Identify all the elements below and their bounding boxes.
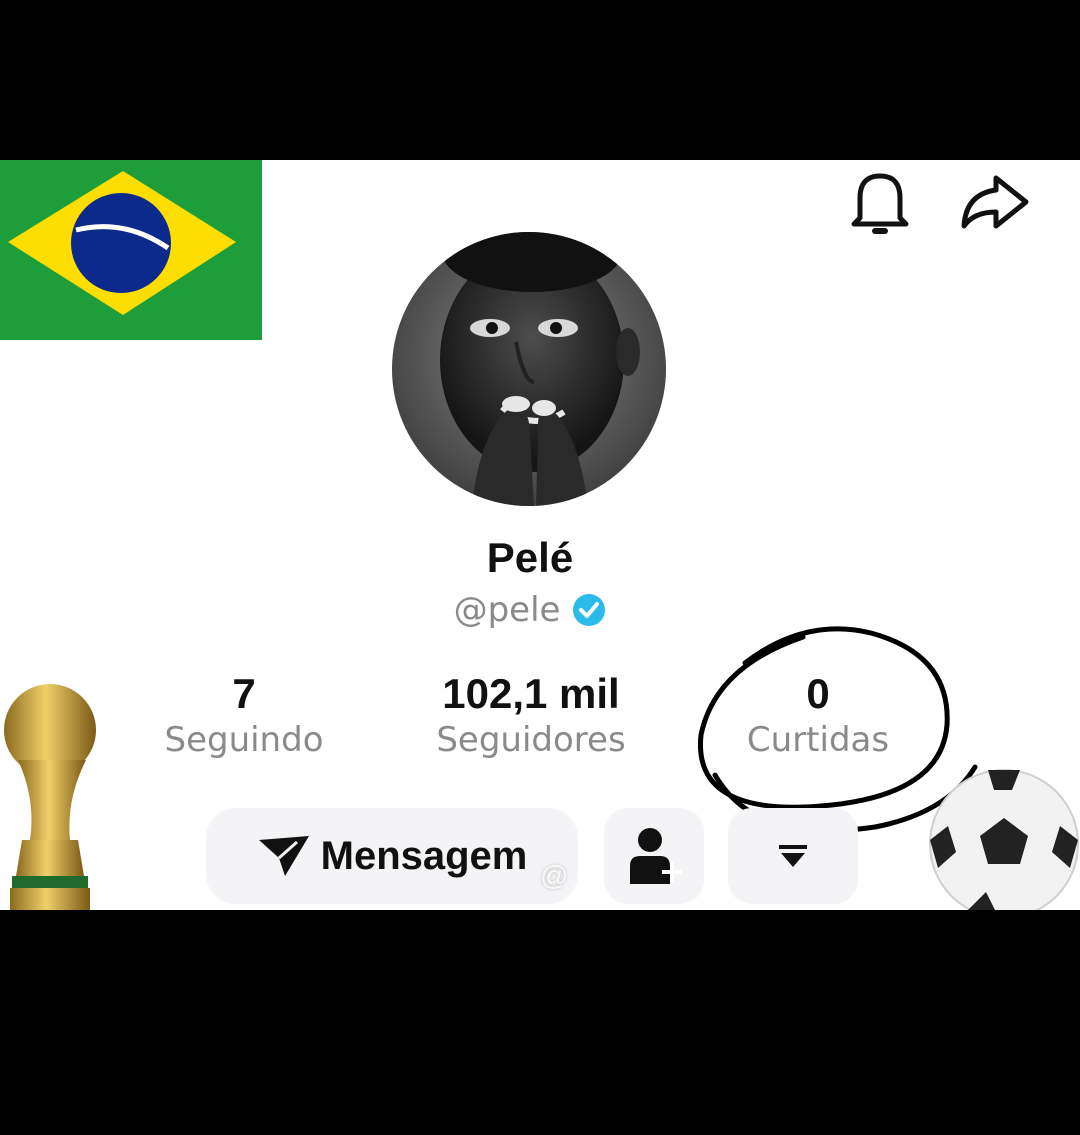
stat-followers[interactable]: 102,1 mil Seguidores — [400, 670, 662, 762]
profile-handle: @pele — [453, 590, 561, 630]
avatar-portrait-image — [392, 232, 666, 506]
followers-count: 102,1 mil — [442, 670, 620, 717]
soccer-ball-image — [929, 769, 1079, 910]
send-icon — [258, 836, 309, 876]
brazil-flag-image — [0, 160, 262, 340]
followers-label: Seguidores — [436, 720, 626, 760]
avatar[interactable] — [392, 232, 666, 506]
following-label: Seguindo — [164, 720, 324, 760]
bell-icon[interactable] — [846, 168, 914, 240]
message-label: Mensagem — [320, 833, 528, 878]
share-icon[interactable] — [956, 168, 1032, 236]
stat-following[interactable]: 7 Seguindo — [144, 670, 344, 762]
message-button[interactable]: Mensagem — [206, 808, 578, 904]
profile-name: Pelé — [486, 534, 574, 581]
handle-row: @pele — [330, 590, 730, 630]
profile-screen: Pelé @pele 7 Seguindo 102,1 mil Seguidor… — [0, 160, 1080, 910]
verified-badge-icon — [573, 594, 606, 626]
following-count: 7 — [232, 670, 256, 717]
world-cup-trophy-image — [4, 684, 96, 910]
watermark-text: @ — [540, 860, 569, 891]
